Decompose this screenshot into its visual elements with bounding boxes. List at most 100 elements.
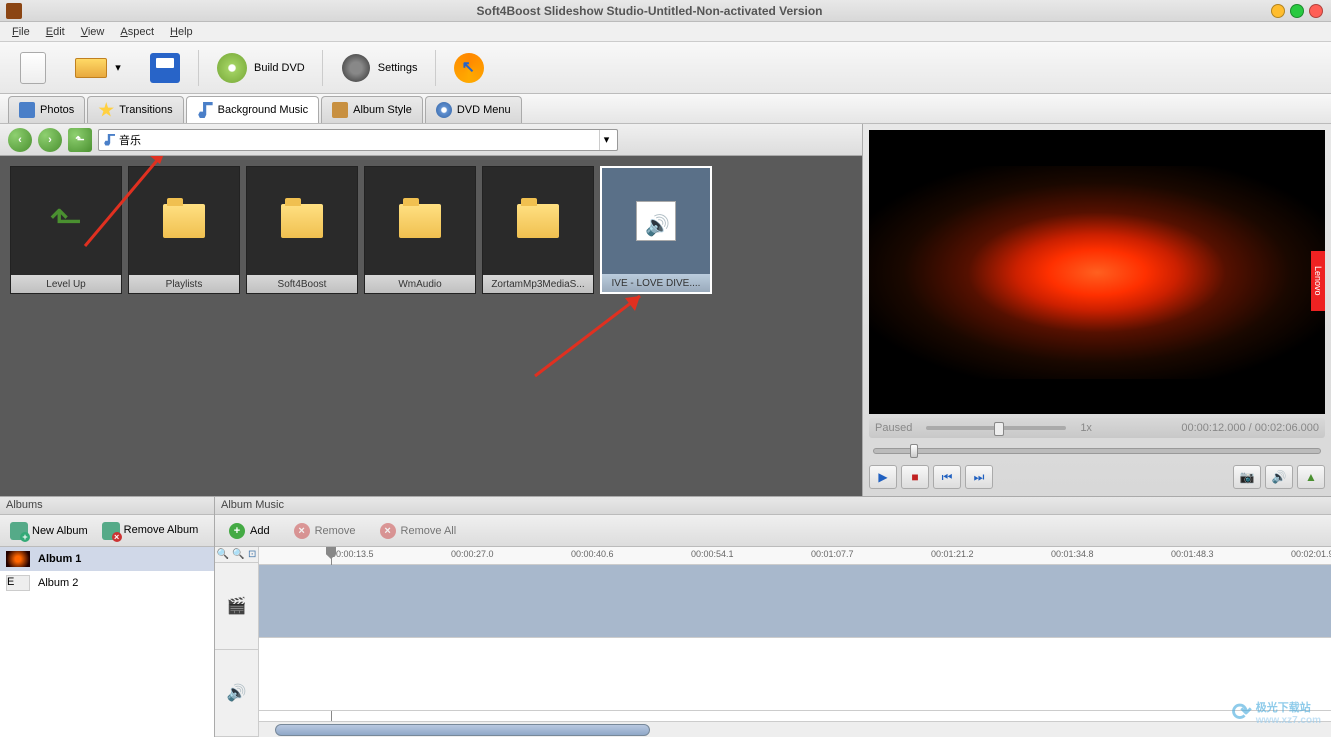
preview-status-bar: Paused 1x 00:00:12.000 / 00:02:06.000 [869,418,1325,438]
settings-button[interactable]: Settings [331,47,427,89]
file-item-levelup[interactable]: ⬑ Level Up [10,166,122,294]
browser-content: ⬑ Level Up Playlists Soft4Boost WmAudio … [0,156,862,496]
separator [435,50,436,86]
tabs-row: Photos Transitions Background Music Albu… [0,94,1331,124]
volume-button[interactable]: 🔊 [1265,465,1293,489]
tab-transitions[interactable]: Transitions [87,96,183,123]
annotation-arrow [520,286,660,386]
menu-file[interactable]: File [4,24,38,40]
levelup-icon: ⬑ [49,198,82,244]
minus-icon: × [294,523,310,539]
plus-icon: + [229,523,245,539]
minus-icon: × [380,523,396,539]
stop-button[interactable]: ■ [901,465,929,489]
close-button[interactable] [1309,4,1323,18]
zoom-in-button[interactable]: 🔍 [217,549,229,560]
album-row[interactable]: Album 1 [0,547,214,571]
timeline-add-button[interactable]: +Add [223,520,276,542]
file-item-audio[interactable]: IVE - LOVE DIVE.... [600,166,712,294]
time-display: 00:00:12.000 / 00:02:06.000 [1181,422,1319,434]
album-icon [332,102,348,118]
tab-dvd-menu[interactable]: DVD Menu [425,96,522,123]
seek-thumb[interactable] [910,444,918,458]
audio-file-icon [636,201,676,241]
preview-panel: Lenovo Paused 1x 00:00:12.000 / 00:02:06… [863,124,1331,496]
file-item-folder[interactable]: ZortamMp3MediaS... [482,166,594,294]
lenovo-badge: Lenovo [1311,251,1325,311]
timeline-removeall-button[interactable]: ×Remove All [374,520,463,542]
nav-forward-button[interactable]: › [38,128,62,152]
upgrade-button[interactable] [444,47,494,89]
path-input[interactable]: 音乐 ▾ [98,129,618,151]
window-title: Soft4Boost Slideshow Studio-Untitled-Non… [28,4,1271,18]
menu-edit[interactable]: Edit [38,24,73,40]
play-button[interactable]: ▶ [869,465,897,489]
separator [198,50,199,86]
photo-icon [19,102,35,118]
timeline-panel: Album Music +Add ×Remove ×Remove All 🔍 🔍… [215,497,1331,737]
chevron-down-icon[interactable]: ▾ [113,61,123,74]
speed-label: 1x [1080,422,1092,434]
folder-icon [517,204,559,238]
new-album-button[interactable]: New Album [4,519,94,543]
tab-background-music[interactable]: Background Music [186,96,320,123]
video-track-icon: 🎬 [215,563,258,650]
star-icon [98,102,114,118]
albums-panel: Albums New Album Remove Album Album 1 E … [0,497,215,737]
albums-header: Albums [0,497,214,515]
nav-up-button[interactable]: ⬑ [68,128,92,152]
prev-button[interactable]: ⏮ [933,465,961,489]
file-item-folder[interactable]: Soft4Boost [246,166,358,294]
album-list: Album 1 E Album 2 [0,547,214,737]
toolbar: ▾ Build DVD Settings [0,42,1331,94]
separator [322,50,323,86]
album-row[interactable]: E Album 2 [0,571,214,595]
file-item-folder[interactable]: Playlists [128,166,240,294]
menu-view[interactable]: View [73,24,113,40]
tab-album-style[interactable]: Album Style [321,96,423,123]
menu-aspect[interactable]: Aspect [112,24,162,40]
timeline-ruler[interactable]: 00:00:13.5 00:00:27.0 00:00:40.6 00:00:5… [259,547,1331,565]
timeline-header: Album Music [215,497,1331,515]
path-dropdown-button[interactable]: ▾ [599,130,613,150]
remove-album-button[interactable]: Remove Album [96,519,205,543]
watermark: ⟳ 极光下载站 www.xz7.com [1232,698,1321,727]
seek-track[interactable] [873,448,1321,454]
menu-help[interactable]: Help [162,24,201,40]
save-button[interactable] [140,47,190,89]
preview-screen: Lenovo [869,130,1325,414]
file-item-folder[interactable]: WmAudio [364,166,476,294]
snapshot-button[interactable]: 📷 [1233,465,1261,489]
zoom-fit-button[interactable]: ⊡ [248,549,256,560]
scrollbar-thumb[interactable] [275,724,650,736]
bottom-panel: Albums New Album Remove Album Album 1 E … [0,496,1331,737]
fullscreen-button[interactable]: ▲ [1297,465,1325,489]
nav-back-button[interactable]: ‹ [8,128,32,152]
album-thumb [6,551,30,567]
seek-bar [869,442,1325,460]
app-icon [6,3,22,19]
timeline-toolbar: +Add ×Remove ×Remove All [215,515,1331,547]
video-track[interactable] [259,565,1331,638]
main-area: ‹ › ⬑ 音乐 ▾ ⬑ Level Up Playlists Soft4Boo… [0,124,1331,496]
zoom-out-button[interactable]: 🔍 [232,549,244,560]
build-dvd-button[interactable]: Build DVD [207,47,314,89]
music-icon [103,134,115,146]
timeline-scrollbar[interactable] [259,721,1331,737]
timeline-tracks[interactable]: 00:00:13.5 00:00:27.0 00:00:40.6 00:00:5… [259,547,1331,737]
audio-track[interactable] [259,638,1331,711]
tab-photos[interactable]: Photos [8,96,85,123]
folder-icon [281,204,323,238]
maximize-button[interactable] [1290,4,1304,18]
timeline-left: 🔍 🔍 ⊡ 🎬 🔊 [215,547,259,737]
dvd-icon [436,102,452,118]
next-button[interactable]: ⏭ [965,465,993,489]
minimize-button[interactable] [1271,4,1285,18]
albums-toolbar: New Album Remove Album [0,515,214,547]
speed-slider[interactable] [926,426,1066,430]
open-button[interactable]: ▾ [66,47,132,89]
new-button[interactable] [8,47,58,89]
timeline-remove-button[interactable]: ×Remove [288,520,362,542]
window-controls [1271,4,1331,18]
folder-icon [163,204,205,238]
